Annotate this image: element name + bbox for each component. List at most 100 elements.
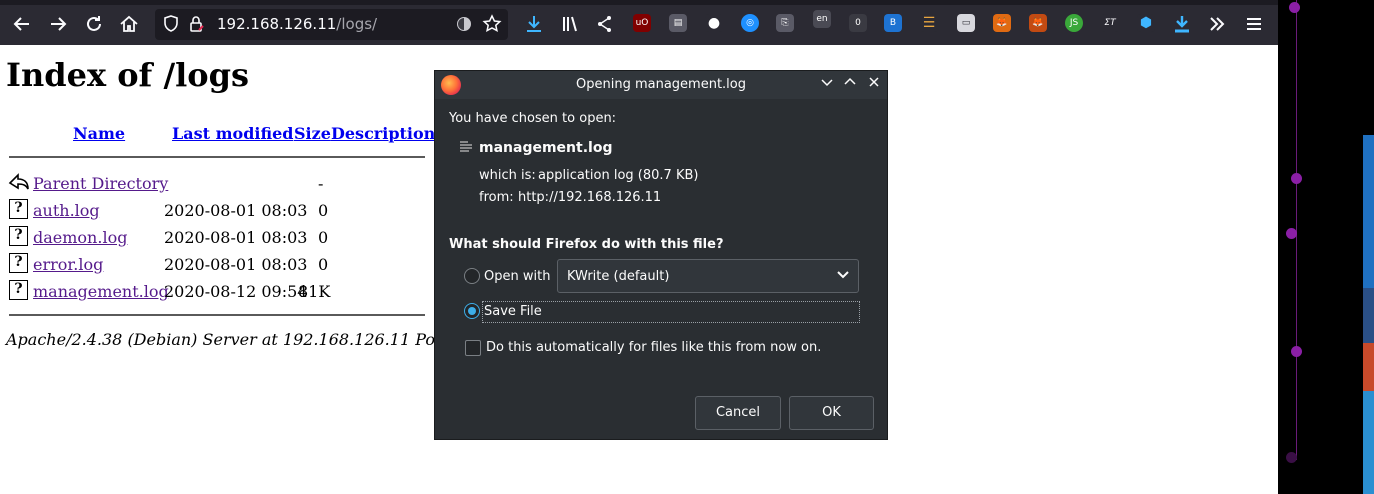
application-select-value: KWrite (default): [567, 269, 670, 284]
close-button[interactable]: [864, 75, 884, 95]
reload-icon: [87, 16, 101, 31]
app-menu-button[interactable]: [1242, 12, 1266, 36]
arrow-left-icon: [13, 17, 29, 31]
download-icon: [527, 16, 541, 32]
from-label: from:: [479, 190, 514, 205]
save-file-radio[interactable]: [464, 303, 480, 319]
timeline-node: [1286, 228, 1297, 239]
reader-mode-icon[interactable]: [453, 13, 475, 35]
file-link[interactable]: error.log: [33, 255, 103, 274]
hex-icon[interactable]: ⬢: [1137, 14, 1155, 32]
back-button[interactable]: [10, 12, 34, 36]
back-folder-icon: [8, 173, 29, 190]
download-arrow-icon: [1175, 16, 1189, 33]
ok-button[interactable]: OK: [789, 396, 874, 430]
counter-extension-icon[interactable]: 0: [849, 14, 867, 32]
close-icon: [869, 77, 879, 87]
column-last-modified-link[interactable]: Last modified: [172, 124, 293, 143]
column-name-link[interactable]: Name: [73, 124, 125, 143]
star-icon[interactable]: [481, 13, 503, 35]
shield-icon[interactable]: [160, 13, 182, 35]
file-link[interactable]: management.log: [33, 282, 169, 301]
divider: [9, 156, 425, 158]
hamburger-menu-icon: [1247, 18, 1261, 30]
maximize-button[interactable]: [840, 75, 860, 95]
parent-size: -: [318, 174, 324, 193]
tab-strip-edge: [0, 0, 1278, 5]
privacy-badger-icon[interactable]: ●: [705, 14, 723, 32]
cookie-editor-icon[interactable]: JS: [1065, 14, 1083, 32]
column-description-link[interactable]: Description: [331, 124, 435, 143]
save-file-label[interactable]: Save File: [484, 304, 542, 319]
chevron-double-right-icon: [1210, 17, 1225, 31]
language-extension-icon[interactable]: en: [813, 10, 831, 28]
downloads-button[interactable]: [522, 12, 546, 36]
overflow-menu-button[interactable]: [1205, 12, 1229, 36]
ublock-icon[interactable]: uO: [633, 14, 651, 32]
file-modified: 2020-08-01 08:03: [164, 255, 308, 274]
extension-share-button[interactable]: [593, 12, 617, 36]
foxyproxy-icon[interactable]: 🦊: [993, 14, 1011, 32]
home-icon: [120, 15, 138, 32]
file-link[interactable]: daemon.log: [33, 228, 127, 247]
minimize-button[interactable]: [817, 75, 837, 95]
timeline-node: [1291, 346, 1302, 357]
divider: [9, 314, 425, 316]
timeline-node: [1289, 2, 1300, 13]
file-size: 0: [318, 228, 329, 247]
color-strip: [1363, 343, 1374, 391]
open-with-label[interactable]: Open with: [484, 269, 550, 284]
unknown-file-icon: ?: [9, 226, 28, 246]
hacktools-icon[interactable]: ΣT: [1101, 14, 1119, 32]
dialog-titlebar[interactable]: Opening management.log: [435, 71, 887, 99]
file-modified: 2020-08-01 08:03: [164, 228, 308, 247]
unknown-file-icon: ?: [9, 253, 28, 273]
timeline-node: [1291, 173, 1302, 184]
file-link[interactable]: auth.log: [33, 201, 100, 220]
clipboard-icon[interactable]: ⎘: [776, 14, 794, 32]
list-icon[interactable]: ☰: [920, 14, 938, 32]
color-strip: [1363, 135, 1374, 288]
forward-button[interactable]: [46, 12, 70, 36]
file-size: 0: [318, 201, 329, 220]
application-select[interactable]: KWrite (default): [557, 259, 859, 293]
home-button[interactable]: [117, 12, 141, 36]
chevron-down-icon: [836, 267, 850, 285]
server-icon[interactable]: ▭: [957, 14, 975, 32]
container-tabs-icon[interactable]: ▤: [669, 14, 687, 32]
parent-directory-link[interactable]: Parent Directory: [33, 174, 168, 193]
library-icon: [563, 16, 577, 32]
auto-checkbox[interactable]: [465, 340, 481, 356]
chevron-up-icon: [844, 77, 856, 85]
text-file-icon: [459, 140, 473, 154]
timeline-node: [1286, 452, 1297, 463]
language-badge: en: [816, 14, 828, 24]
wappalyzer-icon[interactable]: ◎: [741, 14, 759, 32]
file-size: 0: [318, 255, 329, 274]
library-button[interactable]: [558, 12, 582, 36]
reload-button[interactable]: [82, 12, 106, 36]
foxyproxy-alt-icon[interactable]: 🦊: [1029, 14, 1047, 32]
url-bar[interactable]: 192.168.126.11/logs/: [155, 9, 508, 40]
server-signature: Apache/2.4.38 (Debian) Server at 192.168…: [6, 330, 475, 349]
open-with-text: Open with: [484, 269, 551, 284]
column-size-link[interactable]: Size: [294, 124, 331, 143]
desktop-side-panel: [1278, 0, 1374, 494]
download-dialog: Opening management.log You have chosen t…: [434, 70, 888, 440]
chevron-down-icon: [821, 79, 833, 87]
unknown-file-icon: ?: [9, 280, 28, 300]
file-name: management.log: [479, 140, 613, 156]
file-size: 81K: [298, 282, 331, 301]
file-modified: 2020-08-01 08:03: [164, 201, 308, 220]
auto-checkbox-label[interactable]: Do this automatically for files like thi…: [486, 340, 821, 355]
download-status-button[interactable]: [1170, 12, 1194, 36]
share-nodes-icon: [598, 16, 611, 32]
url-text[interactable]: 192.168.126.11/logs/: [217, 15, 377, 33]
unknown-file-icon: ?: [9, 199, 28, 219]
cancel-button[interactable]: Cancel: [695, 396, 781, 430]
open-with-radio[interactable]: [464, 268, 480, 284]
color-strip: [1363, 288, 1374, 343]
user-agent-switcher-icon[interactable]: B: [884, 14, 902, 32]
counter-badge: 0: [855, 18, 861, 28]
lock-icon[interactable]: [185, 13, 207, 35]
